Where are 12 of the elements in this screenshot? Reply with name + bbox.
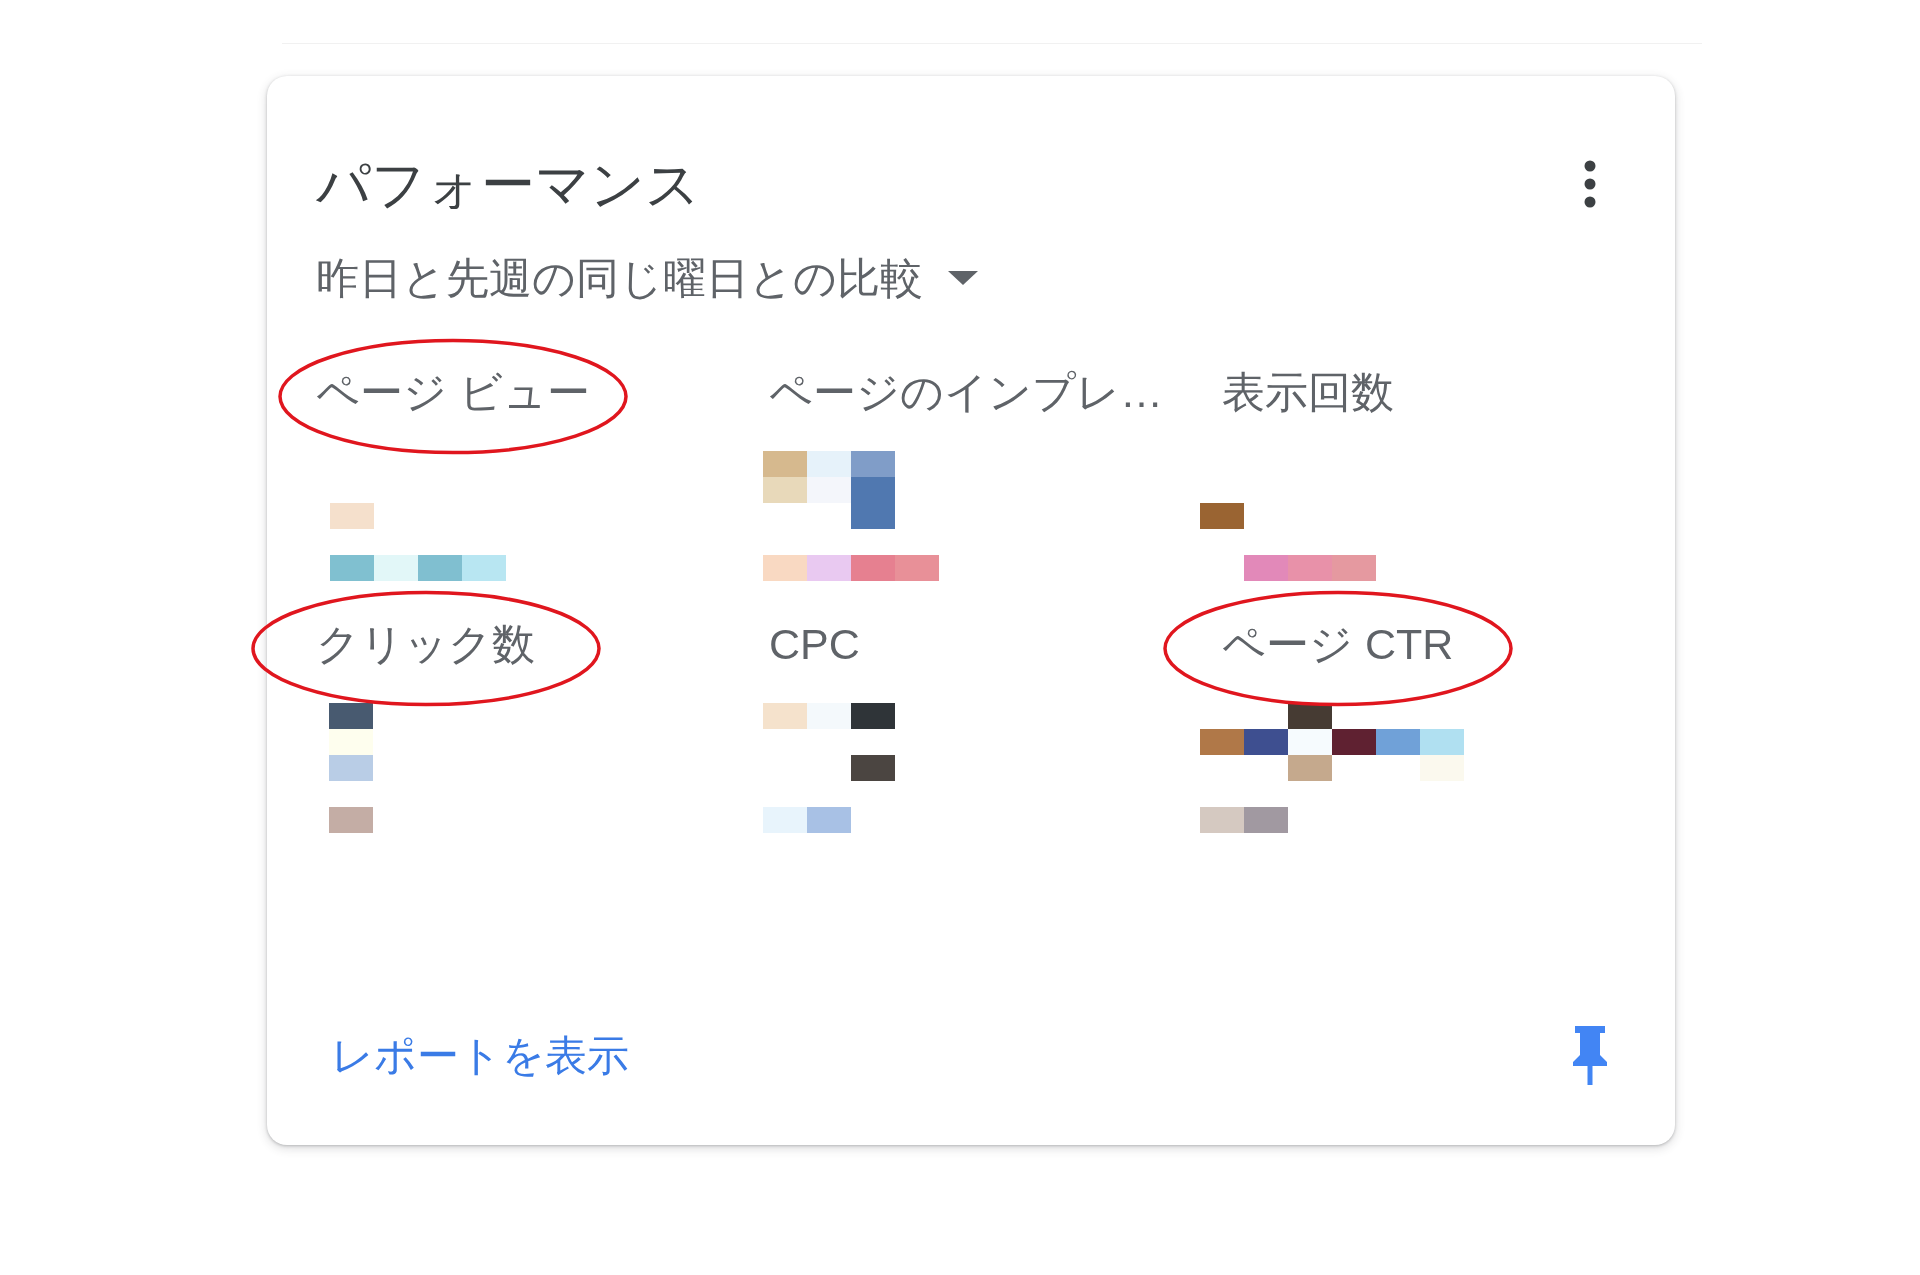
metric-label: ページ CTR <box>1222 619 1454 670</box>
metric-label: 表示回数 <box>1222 367 1394 418</box>
metric-label: ページ ビュー <box>316 367 590 418</box>
comparison-dropdown[interactable]: 昨日と先週の同じ曜日との比較 <box>316 252 978 304</box>
metric-label: ページのインプレ… <box>769 367 1163 418</box>
metric-label: クリック数 <box>316 619 535 670</box>
report-link[interactable]: レポートを表示 <box>331 1029 629 1082</box>
metric-label: CPC <box>769 619 860 670</box>
caret-icon <box>948 271 978 285</box>
more-options-icon[interactable] <box>1584 160 1596 208</box>
card-title: パフォーマンス <box>316 153 700 216</box>
pin-icon[interactable] <box>1571 1026 1609 1085</box>
